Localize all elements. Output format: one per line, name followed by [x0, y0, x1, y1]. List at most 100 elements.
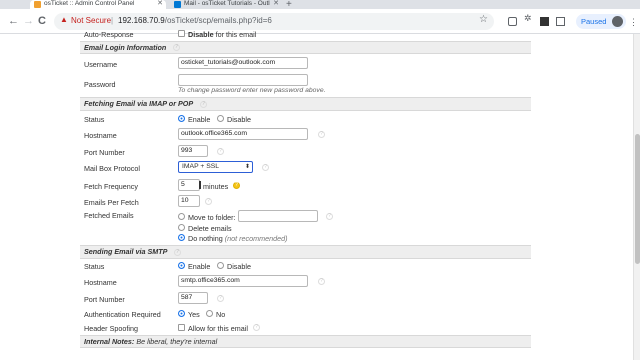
- radio-label: Disable: [227, 115, 251, 124]
- fetch-hostname-field[interactable]: outlook.office365.com: [178, 128, 308, 140]
- tab-mail[interactable]: Mail - osTicket Tutorials - Outl ✕: [170, 0, 282, 9]
- tab-title: osTicket :: Admin Control Panel: [44, 0, 135, 7]
- extension-box-icon[interactable]: [556, 17, 565, 26]
- section-title: Sending Email via SMTP: [84, 247, 168, 256]
- field-label: Emails Per Fetch: [84, 198, 139, 207]
- address-bar[interactable]: ▲ Not Secure | 192.168.70.9/osTicket/scp…: [54, 13, 494, 30]
- radio-label: Enable: [188, 115, 211, 124]
- field-label: Port Number: [84, 295, 125, 304]
- text-cursor-icon: [199, 181, 201, 189]
- section-title: Fetching Email via IMAP or POP: [84, 99, 194, 108]
- help-icon[interactable]: ?: [217, 148, 224, 155]
- username-field[interactable]: osticket_tutorials@outlook.com: [178, 57, 308, 69]
- do-nothing-radio[interactable]: [178, 234, 185, 241]
- radio-label: Yes: [188, 310, 200, 319]
- url-path: /osTicket/scp/emails.php?id=6: [164, 16, 272, 25]
- url-host: 192.168.70.9: [118, 16, 165, 25]
- outlook-favicon-icon: [174, 1, 181, 8]
- radio-label: Enable: [188, 262, 211, 271]
- back-button[interactable]: ←: [8, 14, 19, 28]
- smtp-disable-radio[interactable]: [217, 262, 224, 269]
- help-icon[interactable]: ?: [233, 182, 240, 189]
- avatar: [612, 16, 623, 27]
- help-icon[interactable]: ?: [205, 198, 212, 205]
- help-icon[interactable]: ?: [326, 213, 333, 220]
- help-icon[interactable]: ?: [174, 249, 181, 256]
- smtp-enable-radio[interactable]: [178, 262, 185, 269]
- header-spoofing-checkbox[interactable]: [178, 324, 185, 331]
- section-title: Internal Notes:: [84, 337, 135, 346]
- do-nothing-text: Do nothing: [188, 234, 223, 243]
- username-row: Username osticket_tutorials@outlook.com: [80, 55, 531, 72]
- help-icon[interactable]: ?: [173, 44, 180, 51]
- help-icon[interactable]: ?: [200, 101, 207, 108]
- section-title: Email Login Information: [84, 43, 167, 52]
- fetch-status-row: Status Enable Disable: [80, 112, 531, 126]
- protocol-select[interactable]: IMAP + SSL ⬍: [178, 161, 253, 173]
- move-to-folder-radio[interactable]: [178, 213, 185, 220]
- field-label: Password: [84, 80, 116, 89]
- bookmark-star-icon[interactable]: ☆: [479, 14, 488, 25]
- help-icon[interactable]: ?: [217, 295, 224, 302]
- help-icon[interactable]: ?: [318, 278, 325, 285]
- checkbox-label: Allow for this email: [188, 324, 248, 333]
- reload-button[interactable]: C: [38, 14, 46, 28]
- url-text[interactable]: 192.168.70.9/osTicket/scp/emails.php?id=…: [118, 16, 272, 25]
- profile-status: Paused: [581, 17, 607, 26]
- extension-dark-icon[interactable]: [540, 17, 549, 26]
- radio-label: No: [216, 310, 226, 319]
- extension-icon[interactable]: [508, 17, 517, 26]
- folder-field[interactable]: [238, 210, 318, 222]
- radio-label: Do nothing (not recommended): [188, 234, 287, 243]
- disable-auto-response-checkbox[interactable]: [178, 30, 185, 37]
- fetch-port-row: Port Number 993 ?: [80, 143, 531, 159]
- not-recommended-note: (not recommended): [224, 234, 288, 243]
- field-label: Username: [84, 60, 118, 69]
- fetch-hostname-row: Hostname outlook.office365.com ?: [80, 126, 531, 143]
- field-label: Status: [84, 115, 105, 124]
- delete-emails-radio[interactable]: [178, 224, 185, 231]
- close-tab-icon[interactable]: ✕: [157, 0, 163, 8]
- settings-gear-icon[interactable]: ✲: [524, 13, 533, 23]
- forward-button[interactable]: →: [23, 14, 34, 28]
- osticket-favicon-icon: [34, 1, 41, 8]
- close-tab-icon[interactable]: ✕: [273, 0, 279, 8]
- profile-paused-button[interactable]: Paused: [576, 14, 626, 29]
- browser-tab-strip: osTicket :: Admin Control Panel ✕ Mail -…: [0, 0, 640, 10]
- page-scrollbar[interactable]: [633, 34, 640, 360]
- frequency-row: Fetch Frequency 5 minutes ?: [80, 177, 531, 193]
- selected-value: IMAP + SSL: [182, 163, 220, 170]
- frequency-field[interactable]: 5: [178, 179, 200, 191]
- field-label: Status: [84, 262, 105, 271]
- per-fetch-field[interactable]: 10: [178, 195, 200, 207]
- field-label: Header Spoofing: [84, 324, 138, 333]
- smtp-hostname-field[interactable]: smtp.office365.com: [178, 275, 308, 287]
- per-fetch-row: Emails Per Fetch 10 ?: [80, 193, 531, 210]
- field-label: Hostname: [84, 278, 117, 287]
- help-icon[interactable]: ?: [253, 324, 260, 331]
- smtp-port-row: Port Number 587 ?: [80, 290, 531, 306]
- help-icon[interactable]: ?: [318, 131, 325, 138]
- help-icon[interactable]: ?: [262, 164, 269, 171]
- field-label: Authentication Required: [84, 310, 161, 319]
- fetch-enable-radio[interactable]: [178, 115, 185, 122]
- fetch-port-field[interactable]: 993: [178, 145, 208, 157]
- password-field[interactable]: [178, 74, 308, 86]
- email-settings-form: Auto-Response Disable for this email Ema…: [80, 30, 531, 360]
- smtp-port-field[interactable]: 587: [178, 292, 208, 304]
- menu-kebab-icon[interactable]: ⋮: [629, 17, 638, 28]
- select-arrow-icon: ⬍: [244, 164, 250, 170]
- scrollbar-thumb[interactable]: [635, 134, 640, 264]
- tab-admin-panel[interactable]: osTicket :: Admin Control Panel ✕: [30, 0, 166, 9]
- page-content: Auto-Response Disable for this email Ema…: [0, 30, 636, 360]
- auth-yes-radio[interactable]: [178, 310, 185, 317]
- field-label: Mail Box Protocol: [84, 164, 140, 173]
- radio-label: Move to folder:: [188, 213, 236, 222]
- security-label[interactable]: Not Secure: [71, 16, 111, 25]
- field-label: Fetched Emails: [84, 211, 134, 220]
- smtp-hostname-row: Hostname smtp.office365.com ?: [80, 274, 531, 290]
- frequency-unit: minutes: [203, 182, 229, 191]
- fetch-disable-radio[interactable]: [217, 115, 224, 122]
- password-row: Password To change password enter new pa…: [80, 72, 531, 97]
- auth-no-radio[interactable]: [206, 310, 213, 317]
